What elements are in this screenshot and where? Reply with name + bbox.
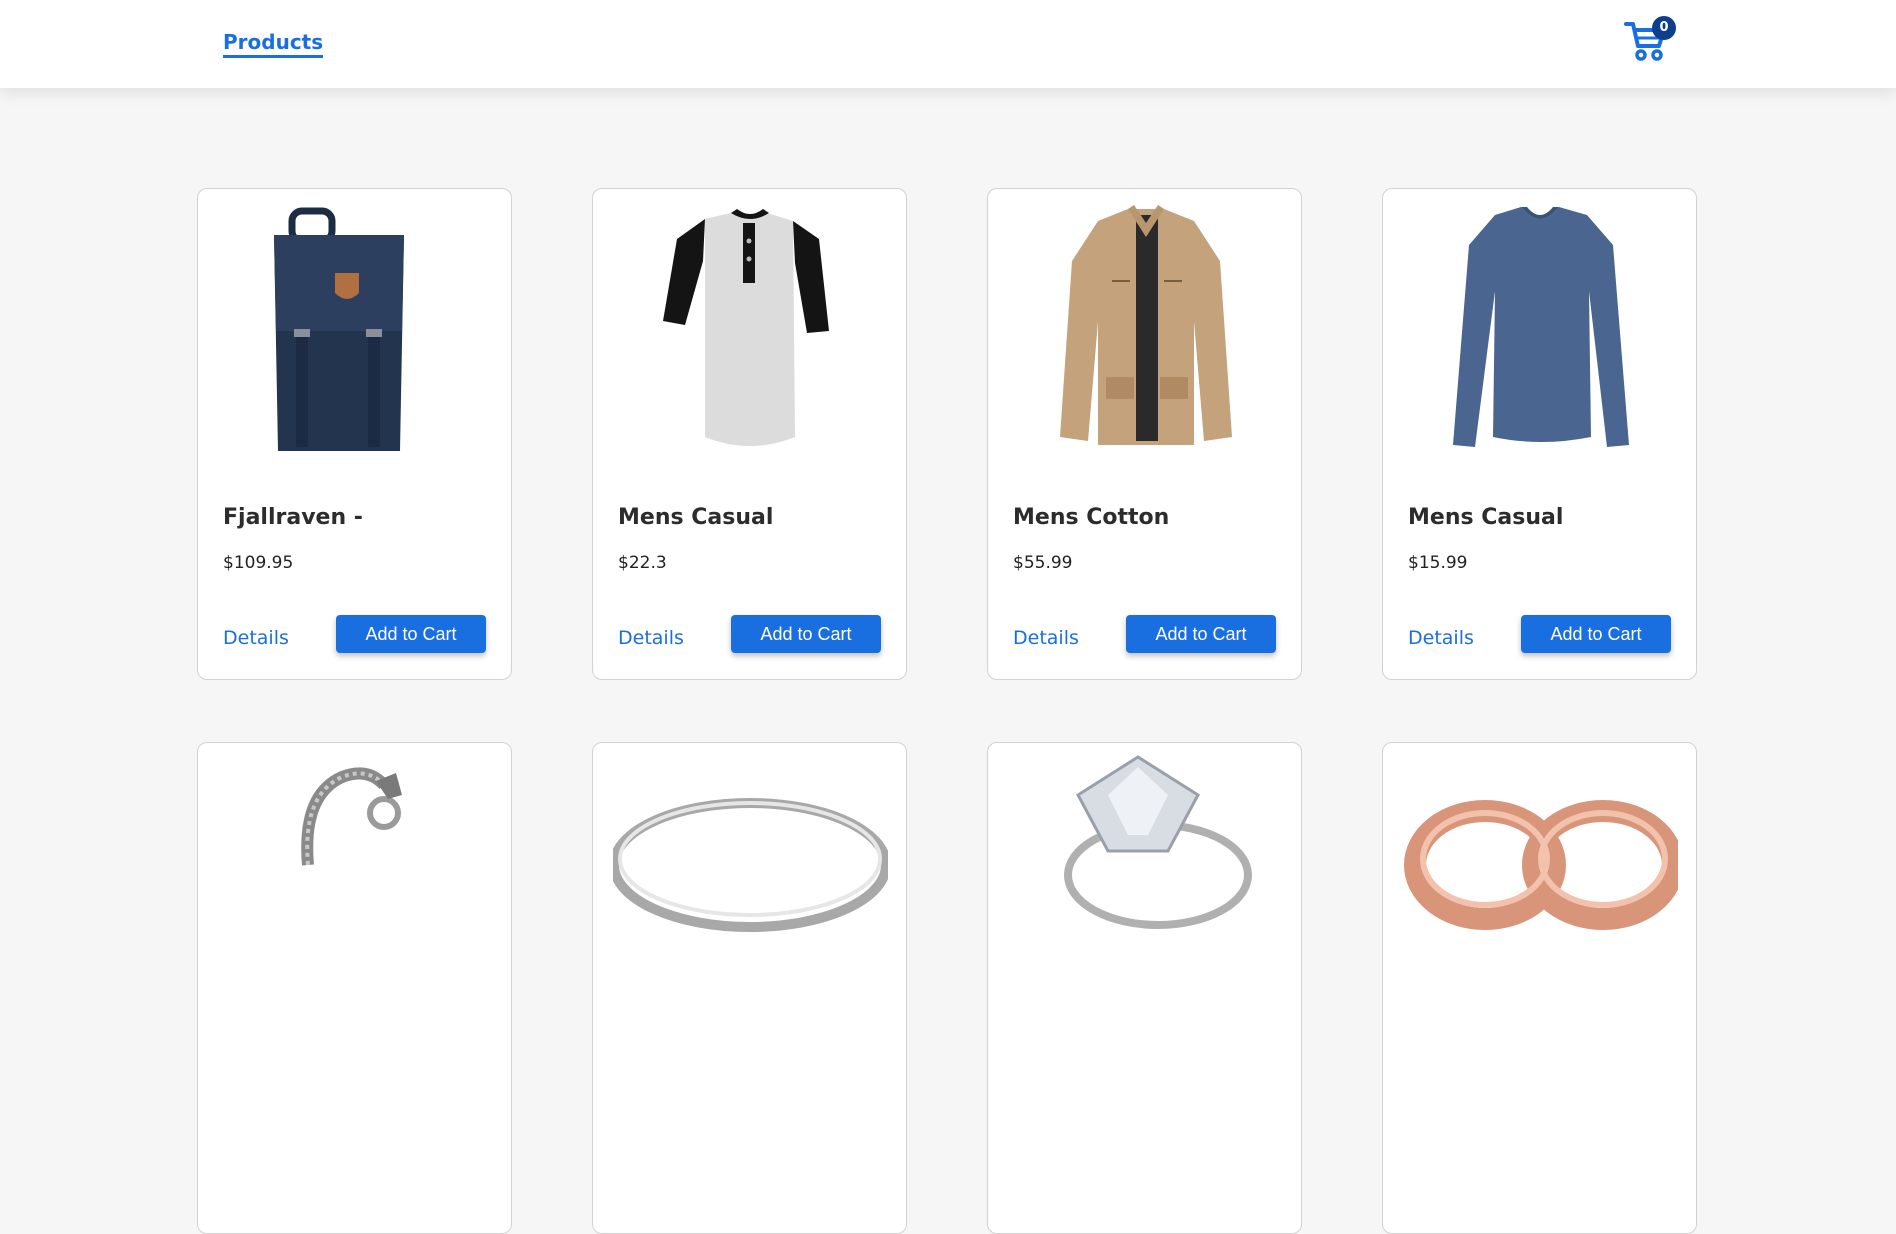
- product-image[interactable]: [218, 201, 493, 453]
- bracelet-image: [301, 767, 402, 866]
- longsleeve-shirt-image: [1453, 207, 1629, 447]
- add-to-cart-button[interactable]: Add to Cart: [1126, 615, 1276, 653]
- jacket-image: [1060, 205, 1232, 445]
- product-card: Mens Casual $15.99 Details Add to Cart: [1382, 188, 1697, 680]
- details-link[interactable]: Details: [1013, 627, 1079, 649]
- rose-gold-rings-image: [1404, 800, 1678, 930]
- cart-button[interactable]: 0: [1622, 14, 1680, 66]
- product-image[interactable]: [218, 755, 493, 1007]
- cart-count-badge: 0: [1652, 16, 1676, 40]
- add-to-cart-button[interactable]: Add to Cart: [1521, 615, 1671, 653]
- add-to-cart-button[interactable]: Add to Cart: [731, 615, 881, 653]
- product-card: Mens Casual $22.3 Details Add to Cart: [592, 188, 907, 680]
- product-card: [197, 742, 512, 1234]
- product-image[interactable]: [1403, 201, 1678, 453]
- details-link[interactable]: Details: [223, 627, 289, 649]
- product-title: Mens Casual: [618, 505, 774, 530]
- product-title: Fjallraven -: [223, 505, 363, 530]
- product-image[interactable]: [1008, 201, 1283, 453]
- product-card: Mens Cotton $55.99 Details Add to Cart: [987, 188, 1302, 680]
- silver-ring-image: [613, 798, 888, 932]
- product-price: $22.3: [618, 553, 667, 573]
- tshirt-image: [663, 209, 829, 446]
- product-image[interactable]: [613, 201, 888, 453]
- details-link[interactable]: Details: [1408, 627, 1474, 649]
- top-navbar: Products 0: [0, 0, 1896, 88]
- product-title: Mens Cotton: [1013, 505, 1170, 530]
- product-card: [1382, 742, 1697, 1234]
- product-price: $15.99: [1408, 553, 1468, 573]
- product-card: [987, 742, 1302, 1234]
- product-price: $109.95: [223, 553, 294, 573]
- product-image[interactable]: [613, 755, 888, 1007]
- details-link[interactable]: Details: [618, 627, 684, 649]
- product-price: $55.99: [1013, 553, 1073, 573]
- product-image[interactable]: [1403, 755, 1678, 1007]
- add-to-cart-button[interactable]: Add to Cart: [336, 615, 486, 653]
- product-image[interactable]: [1008, 755, 1283, 1007]
- product-title: Mens Casual: [1408, 505, 1564, 530]
- product-card: [592, 742, 907, 1234]
- nav-products-link[interactable]: Products: [223, 30, 324, 58]
- diamond-ring-image: [1064, 755, 1252, 929]
- product-card: Fjallraven - $109.95 Details Add to Cart: [197, 188, 512, 680]
- backpack-image: [274, 207, 404, 451]
